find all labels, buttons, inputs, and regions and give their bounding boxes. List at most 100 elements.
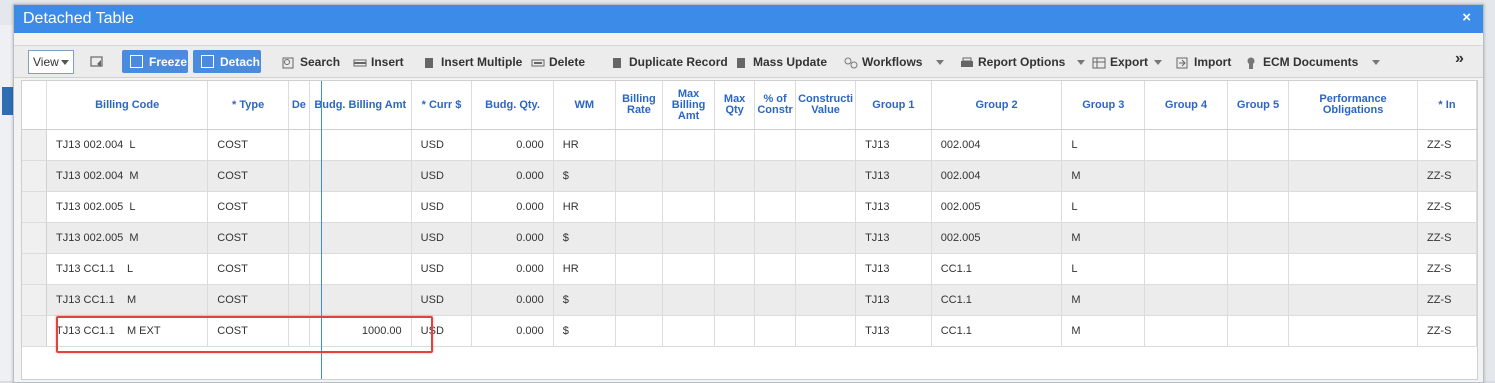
cell-g1[interactable]: TJ13 [855,129,932,161]
row-selector[interactable] [22,191,48,223]
column-header[interactable]: * Type [207,81,289,130]
cell-empty[interactable] [1144,315,1228,347]
export-menu[interactable]: Export [1092,52,1163,72]
cell-g1[interactable]: TJ13 [855,284,932,316]
cell-wm[interactable]: $ [553,160,616,192]
cell-empty[interactable] [1144,129,1228,161]
cell-empty[interactable] [1144,191,1228,223]
cell-curr[interactable]: USD [411,129,473,161]
cell-empty[interactable] [1227,253,1290,285]
table-row[interactable]: TJ13 CC1.1 L COST USD 0.000 HR TJ13 CC1.1 L ZZ-S [22,253,1477,285]
column-header[interactable]: % of Constr [754,81,797,130]
cell-empty[interactable] [615,160,664,192]
report-options-menu[interactable]: Report Options [960,52,1086,72]
cell-g2[interactable]: 002.004 [931,129,1063,161]
cell-empty[interactable] [1227,284,1290,316]
cell-empty[interactable] [714,315,756,347]
cell-empty[interactable] [714,253,756,285]
column-header[interactable]: * Curr $ [411,81,473,130]
column-header[interactable]: Max Qty [714,81,756,130]
cell-empty[interactable] [1227,315,1290,347]
cell-empty[interactable] [288,222,310,254]
cell-billing-code[interactable]: TJ13 002.005 L [46,191,209,223]
cell-qty[interactable]: 0.000 [471,160,554,192]
cell-empty[interactable] [714,129,756,161]
column-header[interactable]: Max Billing Amt [662,81,716,130]
cell-g1[interactable]: TJ13 [855,191,932,223]
cell-in[interactable]: ZZ-S [1417,160,1477,192]
cell-empty[interactable] [288,191,310,223]
cell-g2[interactable]: CC1.1 [931,284,1063,316]
cell-empty[interactable] [1144,284,1228,316]
cell-type[interactable]: COST [207,160,289,192]
cell-empty[interactable] [288,129,310,161]
cell-billing-code[interactable]: TJ13 CC1.1 M [46,284,209,316]
insert-multiple-button[interactable]: Insert Multiple [423,52,522,72]
cell-type[interactable]: COST [207,222,289,254]
cell-g1[interactable]: TJ13 [855,160,932,192]
insert-button[interactable]: Insert [353,52,404,72]
cell-qty[interactable]: 0.000 [471,253,554,285]
cell-curr[interactable]: USD [411,191,473,223]
cell-curr[interactable]: USD [411,222,473,254]
cell-empty[interactable] [714,222,756,254]
cell-empty[interactable] [795,129,857,161]
cell-qty[interactable]: 0.000 [471,284,554,316]
cell-empty[interactable] [1288,191,1418,223]
cell-g3[interactable]: L [1061,253,1146,285]
column-header[interactable]: Group 3 [1061,81,1146,130]
column-header[interactable]: WM [553,81,616,130]
column-header[interactable]: Group 5 [1227,81,1290,130]
cell-g3[interactable]: L [1061,191,1146,223]
table-row[interactable]: TJ13 002.005 L COST USD 0.000 HR TJ13 002.005 L… [22,191,1477,223]
cell-empty[interactable] [1227,191,1290,223]
cell-empty[interactable] [615,315,664,347]
row-selector[interactable] [22,315,48,347]
cell-empty[interactable] [1227,129,1290,161]
row-selector[interactable] [22,160,48,192]
table-row[interactable]: TJ13 002.005 M COST USD 0.000 $ TJ13 002.005 M Z… [22,222,1477,254]
cell-type[interactable]: COST [207,253,289,285]
cell-g3[interactable]: L [1061,129,1146,161]
cell-empty[interactable] [288,284,310,316]
mass-update-button[interactable]: Mass Update [735,52,827,72]
cell-empty[interactable] [288,160,310,192]
column-header[interactable]: Billing Rate [615,81,664,130]
cell-billing-code[interactable]: TJ13 002.004 M [46,160,209,192]
column-header[interactable]: Budg. Billing Amt [309,81,412,130]
table-row[interactable]: TJ13 002.004 L COST USD 0.000 HR TJ13 002.004 L… [22,129,1477,161]
cell-wm[interactable]: HR [553,191,616,223]
cell-empty[interactable] [662,129,716,161]
table-row[interactable]: TJ13 002.004 M COST USD 0.000 $ TJ13 002.004 M Z… [22,160,1477,192]
cell-amt[interactable] [309,222,412,254]
cell-empty[interactable] [615,284,664,316]
column-header[interactable]: Group 2 [931,81,1063,130]
workflows-menu[interactable]: Workflows [844,52,945,72]
cell-amt[interactable] [309,191,412,223]
cell-type[interactable]: COST [207,129,289,161]
cell-amt[interactable] [309,129,412,161]
cell-curr[interactable]: USD [411,253,473,285]
cell-empty[interactable] [795,222,857,254]
cell-g2[interactable]: 002.004 [931,160,1063,192]
cell-wm[interactable]: $ [553,315,616,347]
cell-curr[interactable]: USD [411,284,473,316]
import-button[interactable]: Import [1176,52,1231,72]
cell-qty[interactable]: 0.000 [471,222,554,254]
cell-g2[interactable]: CC1.1 [931,315,1063,347]
cell-empty[interactable] [754,222,797,254]
cell-empty[interactable] [1144,160,1228,192]
cell-wm[interactable]: $ [553,222,616,254]
cell-g1[interactable]: TJ13 [855,315,932,347]
cell-empty[interactable] [754,160,797,192]
column-header[interactable]: Budg. Qty. [471,81,554,130]
cell-g3[interactable]: M [1061,222,1146,254]
row-selector[interactable] [22,284,48,316]
cell-empty[interactable] [754,284,797,316]
cell-empty[interactable] [714,191,756,223]
cell-empty[interactable] [795,160,857,192]
cell-qty[interactable]: 0.000 [471,315,554,347]
cell-wm[interactable]: HR [553,129,616,161]
cell-empty[interactable] [1288,315,1418,347]
view-select[interactable]: View [28,50,74,74]
